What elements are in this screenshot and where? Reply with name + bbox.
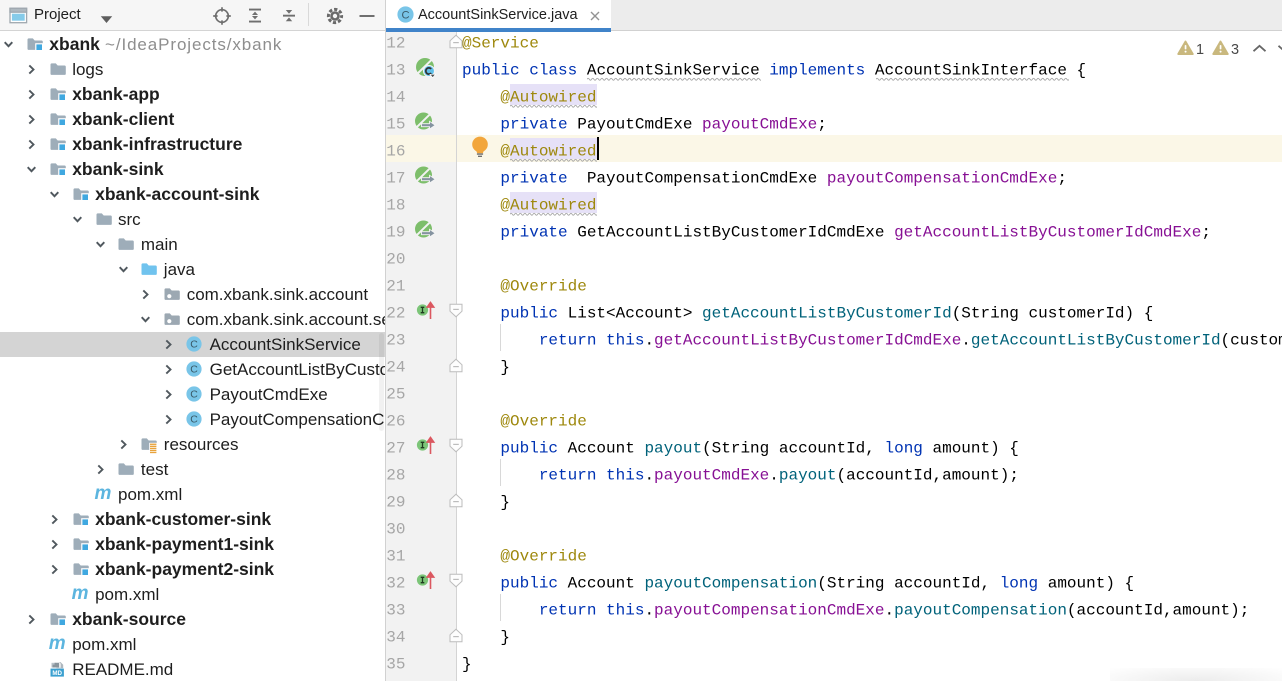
svg-text:MD: MD [52, 670, 62, 677]
svg-text:C: C [401, 9, 409, 21]
svg-text:C: C [190, 414, 198, 426]
svg-text:C: C [190, 364, 198, 376]
svg-text:C: C [190, 339, 198, 351]
svg-text:C: C [190, 389, 198, 401]
